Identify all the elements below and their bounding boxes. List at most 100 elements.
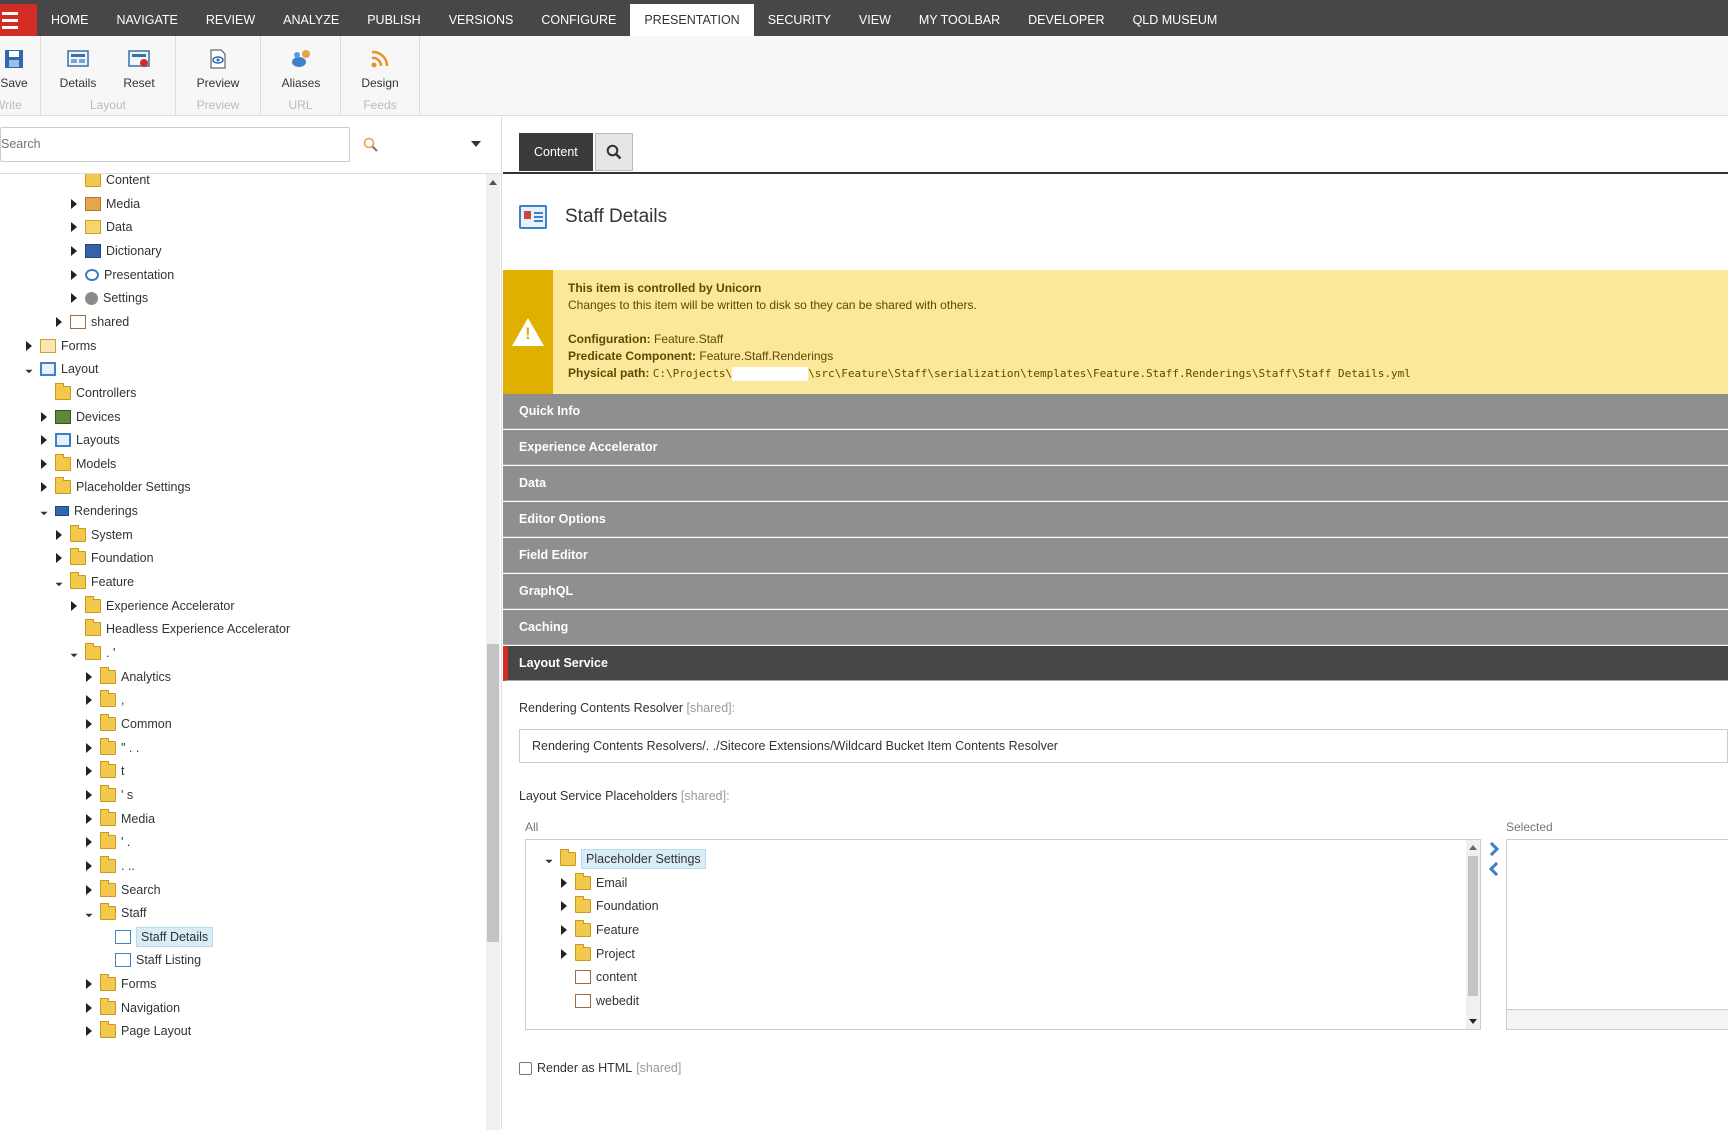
tab-review[interactable]: REVIEW [192, 4, 269, 36]
tree-item[interactable]: Search [83, 879, 161, 901]
tree-item[interactable]: Content [68, 174, 150, 191]
expand-arrow-icon[interactable] [83, 973, 95, 995]
expand-arrow-icon[interactable] [83, 713, 95, 735]
tree-item[interactable]: Layouts [38, 429, 120, 451]
tree-item[interactable]: Media [83, 808, 155, 830]
tree-item[interactable]: . ' [68, 642, 115, 664]
tree-item[interactable]: Forms [23, 335, 96, 357]
section-layout-service[interactable]: Layout Service [503, 646, 1728, 681]
expand-arrow-icon[interactable] [38, 429, 50, 451]
expand-arrow-icon[interactable] [83, 760, 95, 782]
expand-arrow-icon[interactable] [83, 855, 95, 877]
tab-home[interactable]: HOME [37, 4, 103, 36]
placeholder-tree-item[interactable]: Foundation [558, 895, 659, 917]
expand-arrow-icon[interactable] [53, 524, 65, 546]
expand-arrow-icon[interactable] [558, 943, 570, 965]
placeholder-tree-item[interactable]: Placeholder Settings [543, 848, 706, 870]
section-data[interactable]: Data [503, 466, 1728, 501]
placeholder-tree-item[interactable]: Email [558, 872, 627, 894]
expand-arrow-icon[interactable] [83, 689, 95, 711]
collapse-arrow-icon[interactable] [32, 499, 56, 523]
tree-item[interactable]: Navigation [83, 997, 180, 1019]
tree-item[interactable]: Analytics [83, 666, 171, 688]
expand-arrow-icon[interactable] [83, 1020, 95, 1042]
scroll-up-icon[interactable] [1469, 845, 1477, 850]
rendering-contents-resolver-field[interactable]: Rendering Contents Resolvers/. ./Sitecor… [519, 729, 1728, 763]
add-selected-arrow-icon[interactable] [1484, 841, 1500, 857]
expand-arrow-icon[interactable] [68, 264, 80, 286]
tree-item[interactable]: Devices [38, 406, 120, 428]
tree-item[interactable]: Controllers [38, 382, 136, 404]
tab-navigate[interactable]: NAVIGATE [103, 4, 192, 36]
expand-arrow-icon[interactable] [83, 831, 95, 853]
tab-versions[interactable]: VERSIONS [435, 4, 528, 36]
tree-scrollbar[interactable] [486, 174, 500, 1130]
placeholder-scrollbar-thumb[interactable] [1468, 856, 1478, 996]
search-icon[interactable] [363, 137, 379, 153]
expand-arrow-icon[interactable] [38, 406, 50, 428]
tree-item[interactable]: Common [83, 713, 172, 735]
placeholder-tree-list[interactable]: Placeholder Settings Email Foundation Featu… [525, 839, 1481, 1030]
expand-arrow-icon[interactable] [68, 595, 80, 617]
placeholder-tree-item[interactable]: Project [558, 943, 635, 965]
expand-arrow-icon[interactable] [68, 216, 80, 238]
expand-arrow-icon[interactable] [83, 784, 95, 806]
collapse-arrow-icon[interactable] [62, 641, 86, 665]
section-graphql[interactable]: GraphQL [503, 574, 1728, 609]
placeholder-tree-scrollbar[interactable] [1466, 840, 1480, 1029]
design-button[interactable]: Design [352, 48, 408, 90]
section-caching[interactable]: Caching [503, 610, 1728, 645]
tree-item[interactable]: Data [68, 216, 132, 238]
tree-item[interactable]: Settings [68, 287, 148, 309]
expand-arrow-icon[interactable] [38, 453, 50, 475]
collapse-arrow-icon[interactable] [47, 570, 71, 594]
expand-arrow-icon[interactable] [38, 476, 50, 498]
expand-arrow-icon[interactable] [83, 737, 95, 759]
search-options-dropdown-icon[interactable] [471, 141, 481, 147]
placeholder-tree-item[interactable]: content [558, 966, 637, 988]
tree-item[interactable]: Models [38, 453, 116, 475]
section-quick-info[interactable]: Quick Info [503, 394, 1728, 429]
tab-publish[interactable]: PUBLISH [353, 4, 435, 36]
placeholder-tree-item[interactable]: webedit [558, 990, 639, 1012]
tree-item[interactable]: ' . [83, 831, 130, 853]
expand-arrow-icon[interactable] [558, 895, 570, 917]
tab-search[interactable] [594, 133, 633, 171]
tree-item[interactable]: " . . [83, 737, 139, 759]
tree-item[interactable]: Headless Experience Accelerator [68, 618, 290, 640]
expand-arrow-icon[interactable] [83, 808, 95, 830]
tree-item[interactable]: shared [53, 311, 129, 333]
tab-security[interactable]: SECURITY [754, 4, 845, 36]
tree-search-box[interactable] [0, 127, 350, 162]
collapse-arrow-icon[interactable] [17, 357, 41, 381]
details-button[interactable]: Details [50, 48, 106, 90]
tab-qld-museum[interactable]: QLD MUSEUM [1119, 4, 1232, 36]
tree-item[interactable]: t [83, 760, 124, 782]
placeholder-tree-item[interactable]: Feature [558, 919, 639, 941]
tree-item[interactable]: Staff [83, 902, 146, 924]
tree-item[interactable]: System [53, 524, 133, 546]
expand-arrow-icon[interactable] [53, 311, 65, 333]
tree-item[interactable]: Presentation [68, 264, 174, 286]
tree-item[interactable]: , [83, 689, 124, 711]
tree-item[interactable]: ' s [83, 784, 133, 806]
tab-content[interactable]: Content [519, 133, 593, 171]
expand-arrow-icon[interactable] [558, 872, 570, 894]
expand-arrow-icon[interactable] [53, 547, 65, 569]
aliases-button[interactable]: Aliases [273, 48, 329, 90]
tab-view[interactable]: VIEW [845, 4, 905, 36]
tree-item[interactable]: Forms [83, 973, 156, 995]
save-button[interactable]: Save [0, 48, 42, 90]
tab-developer[interactable]: DEVELOPER [1014, 4, 1118, 36]
expand-arrow-icon[interactable] [23, 335, 35, 357]
scroll-up-icon[interactable] [489, 180, 497, 185]
tab-analyze[interactable]: ANALYZE [269, 4, 353, 36]
tree-item[interactable]: Renderings [38, 500, 138, 522]
checkbox-box[interactable] [519, 1061, 532, 1075]
expand-arrow-icon[interactable] [558, 919, 570, 941]
tab-my-toolbar[interactable]: MY TOOLBAR [905, 4, 1014, 36]
tree-item[interactable]: Media [68, 193, 140, 215]
selected-placeholders-list[interactable] [1506, 839, 1728, 1010]
expand-arrow-icon[interactable] [83, 997, 95, 1019]
tab-presentation[interactable]: PRESENTATION [630, 4, 754, 36]
